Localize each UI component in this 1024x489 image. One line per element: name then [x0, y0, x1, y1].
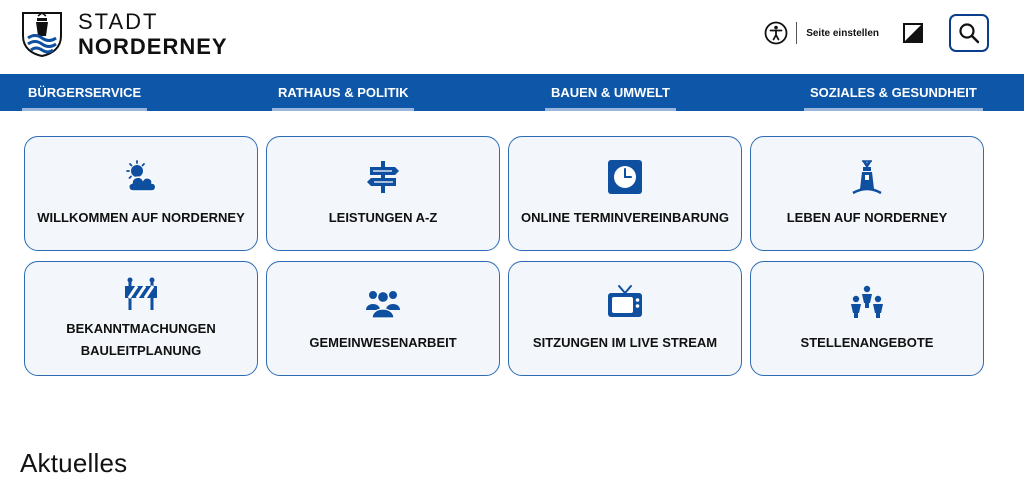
people-icon	[851, 285, 883, 318]
accessibility-label: Seite einstellen	[806, 27, 879, 39]
logo-line2: NORDERNEY	[78, 33, 228, 59]
quicklink-tiles: WILLKOMMEN AUF NORDERNEY LEISTUNGEN A-Z …	[24, 136, 988, 376]
tile-label-line2: BAULEITPLANUNG	[80, 342, 202, 358]
tile-label: GEMEINWESENARBEIT	[309, 334, 457, 350]
barrier-icon	[125, 277, 157, 311]
tv-icon	[608, 284, 642, 317]
nav-item-label: BAUEN & UMWELT	[551, 85, 670, 100]
clock-icon	[608, 159, 642, 194]
tile-terminvereinbarung[interactable]: ONLINE TERMINVEREINBARUNG	[508, 136, 742, 251]
accessibility-settings-button[interactable]: Seite einstellen	[764, 21, 879, 45]
nav-underline	[545, 108, 676, 111]
nav-item-label: SOZIALES & GESUNDHEIT	[810, 85, 977, 100]
crest-icon	[22, 12, 62, 58]
main-navigation: BÜRGERSERVICE RATHAUS & POLITIK BAUEN & …	[0, 74, 1024, 111]
tile-label: ONLINE TERMINVEREINBARUNG	[520, 209, 729, 225]
nav-underline	[272, 108, 415, 111]
community-icon	[366, 290, 400, 319]
tile-bekanntmachungen[interactable]: BEKANNTMACHUNGEN BAULEITPLANUNG	[24, 261, 258, 376]
nav-underline	[804, 108, 983, 111]
search-icon	[959, 23, 980, 44]
tile-gemeinwesenarbeit[interactable]: GEMEINWESENARBEIT	[266, 261, 500, 376]
site-logo[interactable]: STADT NORDERNEY	[20, 10, 228, 58]
accessibility-icon	[764, 21, 788, 45]
logo-text: STADT NORDERNEY	[78, 8, 228, 59]
contrast-toggle-icon[interactable]	[903, 23, 923, 43]
logo-line1: STADT	[78, 8, 159, 34]
header-tools: Seite einstellen	[764, 14, 989, 52]
site-header: STADT NORDERNEY Seite einstellen	[0, 0, 1024, 73]
tile-label: STELLENANGEBOTE	[800, 334, 934, 350]
nav-underline	[22, 108, 148, 111]
tile-live-stream[interactable]: SITZUNGEN IM LIVE STREAM	[508, 261, 742, 376]
nav-item-label: RATHAUS & POLITIK	[278, 85, 409, 100]
nav-item-bauen-umwelt[interactable]: BAUEN & UMWELT	[545, 74, 676, 111]
tile-leben-auf-norderney[interactable]: LEBEN AUF NORDERNEY	[750, 136, 984, 251]
tile-willkommen[interactable]: WILLKOMMEN AUF NORDERNEY	[24, 136, 258, 251]
tile-label: SITZUNGEN IM LIVE STREAM	[532, 334, 718, 350]
weather-icon	[126, 159, 157, 192]
tile-label: LEBEN AUF NORDERNEY	[786, 209, 948, 225]
search-button[interactable]	[949, 14, 989, 52]
tile-label: LEISTUNGEN A-Z	[328, 209, 438, 225]
tile-stellenangebote[interactable]: STELLENANGEBOTE	[750, 261, 984, 376]
nav-item-rathaus-politik[interactable]: RATHAUS & POLITIK	[272, 74, 415, 111]
tile-label-line1: BEKANNTMACHUNGEN	[66, 321, 216, 337]
section-title-aktuelles: Aktuelles	[20, 448, 128, 478]
nav-item-label: BÜRGERSERVICE	[28, 85, 142, 100]
tile-label: WILLKOMMEN AUF NORDERNEY	[37, 209, 245, 225]
lighthouse-icon	[852, 160, 882, 194]
nav-item-buergerservice[interactable]: BÜRGERSERVICE	[22, 74, 148, 111]
signpost-icon	[367, 160, 399, 193]
nav-item-soziales-gesundheit[interactable]: SOZIALES & GESUNDHEIT	[804, 74, 983, 111]
separator	[796, 22, 798, 44]
tile-leistungen[interactable]: LEISTUNGEN A-Z	[266, 136, 500, 251]
